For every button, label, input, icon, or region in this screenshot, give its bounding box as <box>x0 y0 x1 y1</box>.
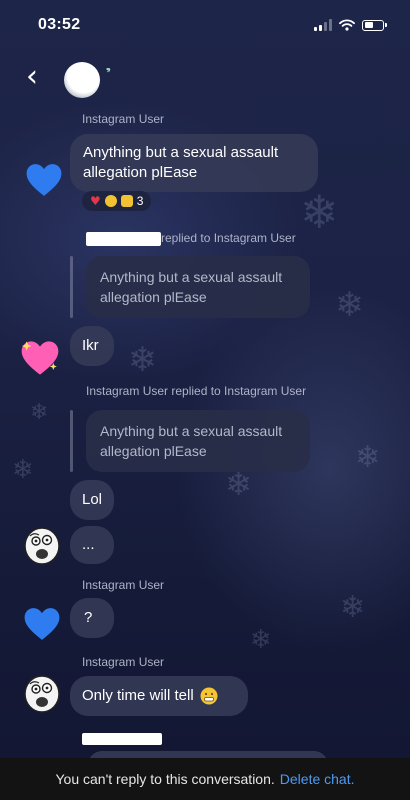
reply-label: replied to Instagram User <box>161 231 296 245</box>
back-button[interactable]: ‹ <box>26 62 38 92</box>
message-sender: Instagram User <box>82 578 165 592</box>
blue-heart-icon <box>24 608 60 640</box>
redacted-username <box>82 733 162 745</box>
heart-reaction-icon: ♥ <box>90 194 101 208</box>
snowflake-decoration: ❄ <box>335 285 364 325</box>
message-text: ... <box>82 536 95 553</box>
grimace-emoji-icon <box>200 687 218 705</box>
quoted-text-line: allegation plEase <box>100 289 207 305</box>
message-bubble[interactable]: Ikr <box>70 326 114 366</box>
blue-heart-icon <box>26 164 62 196</box>
snowflake-decoration: ❄ <box>300 185 339 239</box>
quote-bar <box>70 256 73 318</box>
quoted-text-line: allegation plEase <box>100 443 207 459</box>
quoted-text-line: Anything but a sexual assault <box>100 269 283 285</box>
pink-heart-avatar[interactable] <box>20 338 60 378</box>
delete-chat-link[interactable]: Delete chat. <box>280 771 355 787</box>
conversation-footer: You can't reply to this conversation. De… <box>0 758 410 800</box>
laughing-reaction-icon <box>104 195 117 207</box>
snowflake-decoration: ❄ <box>30 400 49 425</box>
reaction-count: 3 <box>136 194 144 208</box>
snowflake-decoration: ❄ <box>355 440 381 475</box>
message-text: Ikr <box>82 337 99 354</box>
message-bubble[interactable]: ... <box>70 526 114 564</box>
reply-label: Instagram User replied to Instagram User <box>86 384 307 398</box>
snowflake-decoration: ❄ <box>250 625 272 655</box>
thumbs-up-reaction-icon <box>120 195 133 207</box>
meme-face-avatar[interactable] <box>22 526 62 566</box>
message-sender: Instagram User <box>82 655 165 669</box>
status-icons <box>314 18 387 32</box>
message-text: Lol <box>82 491 103 508</box>
redacted-username <box>86 232 161 246</box>
conversation-name[interactable]: 𝄒𝄒 <box>106 68 110 89</box>
blue-heart-avatar[interactable] <box>22 604 62 644</box>
status-time: 03:52 <box>38 16 81 33</box>
sparkling-heart-icon <box>21 341 59 375</box>
snowflake-decoration: ❄ <box>128 340 157 380</box>
message-text: Only time will tell <box>82 687 194 704</box>
quoted-message[interactable]: Anything but a sexual assault allegation… <box>86 410 310 472</box>
snowflake-decoration: ❄ <box>340 590 366 625</box>
message-text-line: allegation plEase <box>83 164 198 181</box>
reaction-bar[interactable]: ♥ 3 <box>82 191 152 211</box>
wifi-icon <box>339 19 355 31</box>
snowflake-decoration: ❄ <box>12 455 34 485</box>
quote-bar <box>70 410 73 472</box>
message-sender: Instagram User <box>82 112 165 126</box>
quoted-text-line: Anything but a sexual assault <box>100 423 283 439</box>
message-bubble[interactable]: ? <box>70 598 114 638</box>
message-text-line: Anything but a sexual assault <box>83 144 279 161</box>
message-text: ? <box>84 609 93 626</box>
blue-heart-avatar[interactable] <box>24 160 64 200</box>
message-bubble[interactable]: Anything but a sexual assault allegation… <box>70 134 318 192</box>
quoted-message[interactable]: Anything but a sexual assault allegation… <box>86 256 310 318</box>
meme-face-avatar[interactable] <box>22 674 62 714</box>
chat-background: ❄ ❄ ❄ ❄ ❄ ❄ ❄ ❄ ❄ 03:52 ‹ 𝄒𝄒 Instagram U… <box>0 0 410 800</box>
cannot-reply-notice: You can't reply to this conversation. <box>55 771 275 787</box>
battery-level <box>364 22 374 28</box>
battery-icon <box>362 19 387 31</box>
conversation-avatar[interactable] <box>64 62 100 98</box>
meme-face-icon <box>24 527 60 565</box>
message-bubble[interactable]: Lol <box>70 480 114 520</box>
meme-face-icon <box>24 675 60 713</box>
message-bubble[interactable]: Only time will tell <box>70 676 248 716</box>
cellular-signal-icon <box>314 19 332 31</box>
